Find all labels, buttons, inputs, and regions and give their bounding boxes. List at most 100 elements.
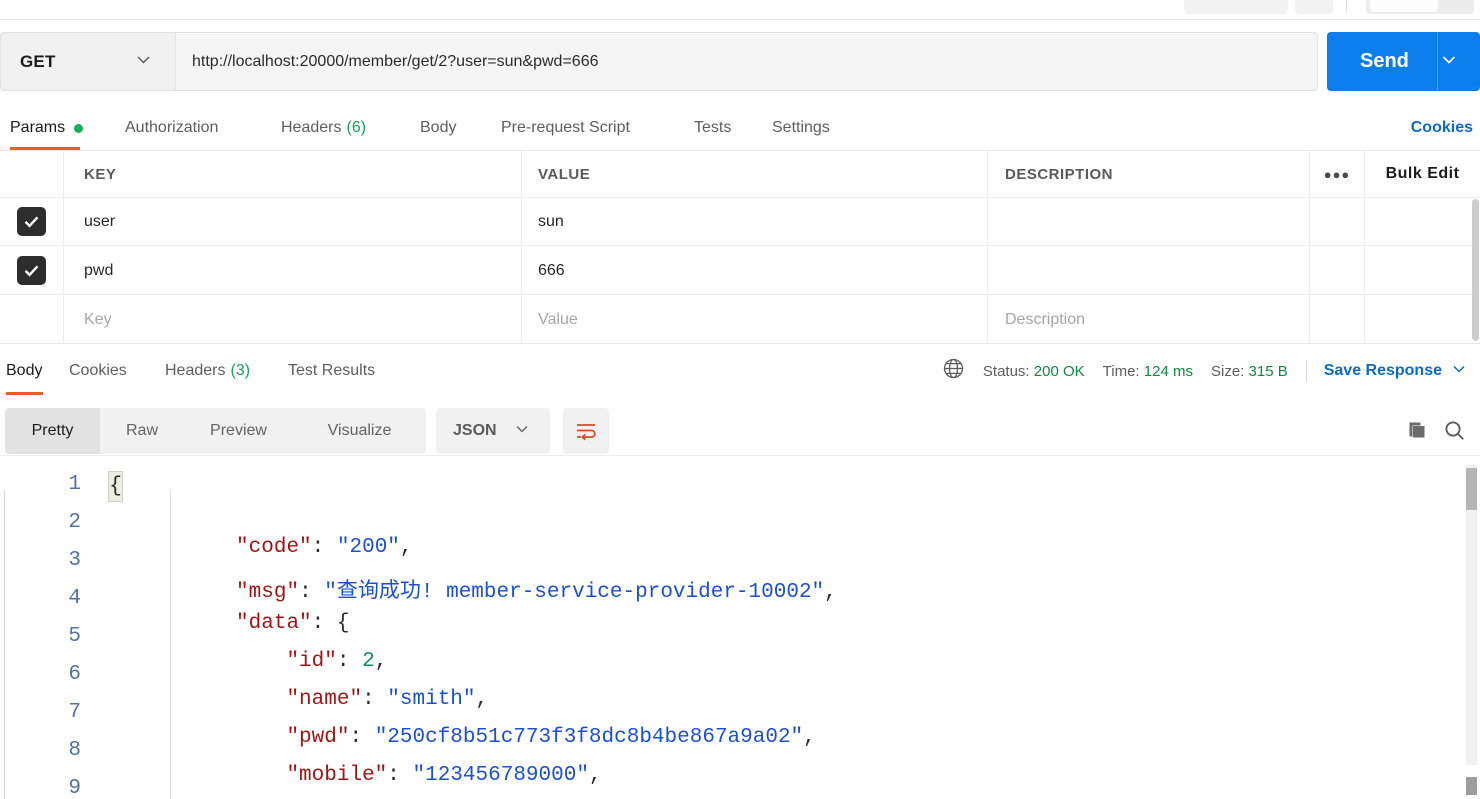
chevron-down-icon	[513, 420, 531, 443]
tab-authorization[interactable]: Authorization	[125, 106, 218, 150]
line-number: 4	[68, 587, 81, 610]
line-number-gutter: 1 2 3 4 5 6 7 8 9	[0, 463, 95, 799]
response-format-selector[interactable]: JSON	[436, 408, 550, 454]
tab-params-label: Params	[10, 119, 66, 136]
line-number: 8	[68, 739, 81, 762]
mode-raw-label: Raw	[125, 422, 158, 439]
row-description[interactable]	[988, 247, 1310, 294]
row-value-text: sun	[538, 212, 564, 230]
tab-settings[interactable]: Settings	[772, 106, 830, 150]
cookies-link[interactable]: Cookies	[1411, 106, 1473, 150]
save-response-button[interactable]: Save Response	[1324, 360, 1480, 383]
tab-response-headers-count: (3)	[230, 362, 251, 379]
response-viewer-toolbar: Pretty Raw Preview Visualize JSON	[0, 408, 1480, 454]
search-icon[interactable]	[1443, 419, 1467, 448]
time-label-text: Time:	[1102, 362, 1140, 380]
send-button-label: Send	[1360, 50, 1409, 72]
chevron-down-icon[interactable]	[1439, 49, 1459, 74]
toolbar-ghost-button-4[interactable]	[1370, 0, 1438, 12]
json-comma: ,	[803, 726, 816, 749]
tab-response-body[interactable]: Body	[6, 344, 42, 398]
size-value: 315 B	[1248, 362, 1288, 380]
tab-tests[interactable]: Tests	[694, 106, 731, 150]
checkbox-checked-icon	[17, 207, 46, 236]
row-checkbox[interactable]	[0, 247, 64, 294]
tab-tests-label: Tests	[694, 119, 732, 136]
tab-pre-request-script-label: Pre-request Script	[501, 119, 630, 136]
params-active-dot-icon	[74, 123, 84, 133]
mode-visualize[interactable]: Visualize	[293, 408, 426, 454]
response-scrollbar-track[interactable]	[1466, 465, 1477, 765]
row-value-text: 666	[538, 261, 565, 279]
new-row-key-input[interactable]: Key	[64, 296, 522, 343]
row-value[interactable]: sun	[522, 198, 988, 245]
header-checkbox-cell	[0, 151, 64, 197]
line-number: 3	[68, 549, 81, 572]
new-row-trailing	[1365, 296, 1480, 343]
tab-authorization-label: Authorization	[125, 119, 219, 136]
params-scrollbar[interactable]	[1472, 199, 1479, 341]
toolbar-ghost-button-1[interactable]	[1184, 0, 1288, 14]
mode-visualize-label: Visualize	[327, 422, 392, 439]
table-row[interactable]: user sun	[0, 198, 1480, 246]
tab-headers-label: Headers	[281, 119, 342, 136]
tab-test-results[interactable]: Test Results	[288, 344, 375, 398]
row-key[interactable]: pwd	[64, 247, 522, 294]
wrap-text-icon[interactable]	[563, 408, 609, 454]
mode-pretty[interactable]: Pretty	[5, 408, 100, 454]
send-button[interactable]: Send	[1327, 32, 1480, 91]
send-button-divider	[1437, 32, 1438, 91]
response-scrollbar-thumb[interactable]	[1466, 468, 1477, 510]
line-number: 5	[68, 625, 81, 648]
new-row-checkbox[interactable]	[0, 296, 64, 343]
response-body-viewer[interactable]: 1 2 3 4 5 6 7 8 9 { "code": "200", "msg"…	[0, 463, 1480, 799]
new-row-value-input[interactable]: Value	[522, 296, 988, 343]
tab-body-label: Body	[420, 119, 457, 136]
viewer-divider	[0, 455, 1480, 456]
row-trailing	[1365, 247, 1480, 294]
top-toolbar-strip	[0, 0, 1480, 20]
tab-response-cookies[interactable]: Cookies	[69, 344, 127, 398]
header-key: KEY	[64, 151, 522, 197]
tab-headers[interactable]: Headers (6)	[281, 106, 366, 150]
table-row[interactable]: pwd 666	[0, 247, 1480, 295]
row-checkbox[interactable]	[0, 198, 64, 245]
mode-raw[interactable]: Raw	[100, 408, 184, 454]
request-tabs: Params Authorization Headers (6) Body Pr…	[0, 106, 1480, 150]
line-number: 6	[68, 663, 81, 686]
row-description[interactable]	[988, 198, 1310, 245]
status-label: Status: 200 OK	[983, 363, 1085, 380]
row-value[interactable]: 666	[522, 247, 988, 294]
url-input[interactable]: http://localhost:20000/member/get/2?user…	[175, 32, 1318, 91]
checkbox-checked-icon	[17, 256, 46, 285]
row-actions	[1310, 198, 1365, 245]
new-row-description-input[interactable]: Description	[988, 296, 1310, 343]
response-mode-segmented: Pretty Raw Preview Visualize	[5, 408, 426, 454]
row-key-text: user	[84, 212, 116, 230]
meta-divider	[1305, 360, 1307, 382]
tab-params[interactable]: Params	[10, 106, 84, 150]
line-number: 9	[68, 777, 81, 799]
mode-preview[interactable]: Preview	[184, 408, 293, 454]
tab-body[interactable]: Body	[420, 106, 456, 150]
fold-guide-line	[4, 490, 5, 799]
bulk-edit-button[interactable]: Bulk Edit	[1365, 151, 1480, 197]
time-label: Time: 124 ms	[1103, 363, 1193, 380]
tab-response-cookies-label: Cookies	[69, 362, 127, 379]
save-response-label: Save Response	[1323, 362, 1442, 379]
copy-icon[interactable]	[1405, 419, 1429, 448]
tab-settings-label: Settings	[772, 119, 830, 136]
ellipsis-icon[interactable]: ●●●	[1310, 151, 1365, 197]
http-method-selector[interactable]: GET	[0, 32, 175, 91]
row-key[interactable]: user	[64, 198, 522, 245]
bulk-edit-label: Bulk Edit	[1385, 165, 1460, 182]
tab-response-headers[interactable]: Headers (3)	[165, 344, 250, 398]
line-number: 7	[68, 701, 81, 724]
header-value: VALUE	[522, 151, 988, 197]
row-trailing	[1365, 198, 1480, 245]
new-row-value-placeholder: Value	[538, 310, 578, 328]
response-scrollbar-bottom[interactable]	[1466, 777, 1477, 795]
params-new-row[interactable]: Key Value Description	[0, 296, 1480, 344]
toolbar-ghost-button-2[interactable]	[1295, 0, 1333, 14]
tab-pre-request-script[interactable]: Pre-request Script	[501, 106, 630, 150]
